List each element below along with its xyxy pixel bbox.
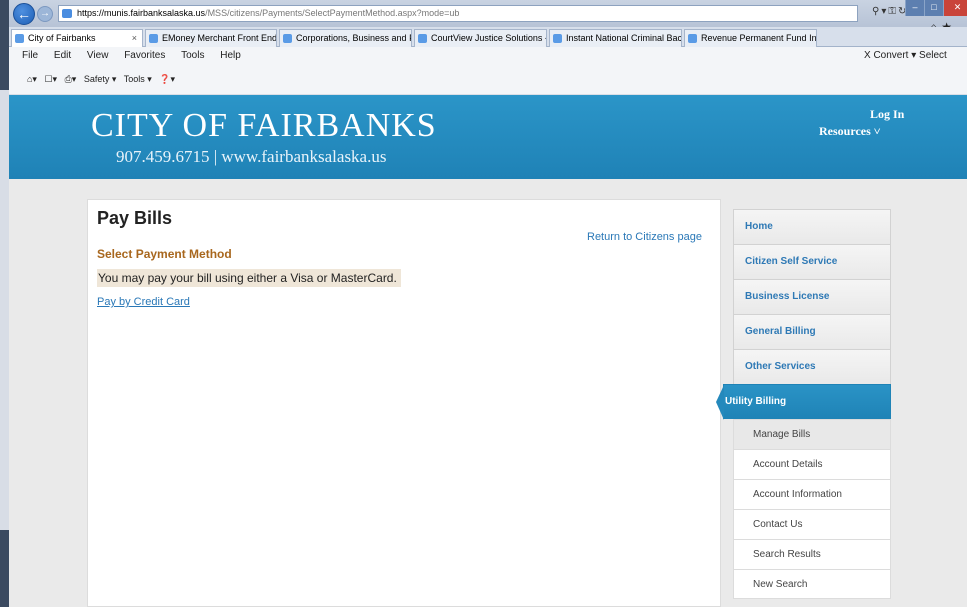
favicon-icon bbox=[688, 34, 697, 43]
sidebar-subitem-account-details[interactable]: Account Details bbox=[733, 449, 891, 479]
address-tools-icons[interactable]: ⚲▾⚿↻ bbox=[872, 6, 908, 17]
menu-right-tools[interactable]: X Convert ▾ Select bbox=[864, 47, 947, 64]
site-title: CITY OF FAIRBANKS bbox=[91, 107, 437, 144]
menu-help[interactable]: Help bbox=[220, 50, 241, 61]
chevron-down-icon: ˅ bbox=[873, 124, 881, 138]
tab-label: CourtView Justice Solutions - c... bbox=[431, 33, 546, 43]
window-controls: – □ ✕ bbox=[905, 0, 967, 16]
tab-label: City of Fairbanks bbox=[28, 33, 96, 43]
window-edge-light bbox=[0, 90, 9, 530]
page-icon bbox=[62, 9, 72, 18]
tab-label: Instant National Criminal Back... bbox=[566, 33, 682, 43]
sidebar-subitem-search-results[interactable]: Search Results bbox=[733, 539, 891, 569]
favicon-icon bbox=[418, 34, 427, 43]
tab-label: Corporations, Business and Pr... bbox=[296, 33, 411, 43]
favicon-icon bbox=[283, 34, 292, 43]
menu-edit[interactable]: Edit bbox=[54, 50, 71, 61]
sidebar-item-label: Utility Billing bbox=[725, 396, 787, 407]
safety-menu[interactable]: Safety ▾ bbox=[84, 74, 117, 84]
favicon-icon bbox=[553, 34, 562, 43]
tab-city-of-fairbanks[interactable]: City of Fairbanks × bbox=[11, 29, 143, 47]
pay-by-credit-card-link[interactable]: Pay by Credit Card bbox=[97, 296, 190, 308]
resources-label: Resources bbox=[819, 124, 871, 138]
back-arrow-icon[interactable]: ← bbox=[13, 3, 35, 25]
minimize-icon[interactable]: – bbox=[905, 0, 924, 16]
menu-bar: File Edit View Favorites Tools Help X Co… bbox=[9, 47, 967, 64]
tab-close-icon[interactable]: × bbox=[132, 30, 137, 46]
payment-info-text: You may pay your bill using either a Vis… bbox=[97, 269, 401, 287]
content-panel: Pay Bills Return to Citizens page Select… bbox=[87, 199, 721, 607]
maximize-icon[interactable]: □ bbox=[924, 0, 943, 16]
return-to-citizens-link[interactable]: Return to Citizens page bbox=[587, 231, 702, 243]
menu-tools[interactable]: Tools bbox=[181, 50, 204, 61]
close-icon[interactable]: ✕ bbox=[943, 0, 967, 16]
sidebar-subitem-new-search[interactable]: New Search bbox=[733, 569, 891, 599]
tab-label: Revenue Permanent Fund Info... bbox=[701, 33, 817, 43]
section-title: Select Payment Method bbox=[97, 247, 232, 261]
favicon-icon bbox=[15, 34, 24, 43]
menu-view[interactable]: View bbox=[87, 50, 109, 61]
sidebar-subitem-account-information[interactable]: Account Information bbox=[733, 479, 891, 509]
home-icon[interactable]: ⌂▾ bbox=[27, 74, 37, 84]
tab-criminal-background[interactable]: Instant National Criminal Back... bbox=[549, 29, 682, 47]
tab-bar: City of Fairbanks × EMoney Merchant Fron… bbox=[9, 27, 967, 47]
address-host: https://munis.fairbanksalaska.us bbox=[77, 8, 206, 18]
login-link[interactable]: Log In bbox=[870, 107, 904, 122]
site-header: CITY OF FAIRBANKS 907.459.6715 | www.fai… bbox=[9, 95, 967, 179]
tab-emoney[interactable]: EMoney Merchant Front End bbox=[145, 29, 277, 47]
address-bar[interactable]: https://munis.fairbanksalaska.us/MSS/cit… bbox=[58, 5, 858, 22]
tab-courtview[interactable]: CourtView Justice Solutions - c... bbox=[414, 29, 547, 47]
sidebar-item-business-license[interactable]: Business License bbox=[733, 279, 891, 314]
sidebar-subitem-contact-us[interactable]: Contact Us bbox=[733, 509, 891, 539]
page-title: Pay Bills bbox=[97, 208, 173, 228]
active-arrow-icon bbox=[716, 385, 724, 420]
side-navigation: Home Citizen Self Service Business Licen… bbox=[716, 209, 891, 599]
menu-file[interactable]: File bbox=[22, 50, 38, 61]
tools-menu[interactable]: Tools ▾ bbox=[124, 74, 152, 84]
forward-arrow-icon[interactable]: → bbox=[37, 6, 53, 22]
resources-menu[interactable]: Resources ˅ bbox=[819, 124, 881, 139]
feeds-icon[interactable]: ☐▾ bbox=[44, 74, 57, 84]
sidebar-subitem-manage-bills[interactable]: Manage Bills bbox=[733, 419, 891, 449]
tab-label: EMoney Merchant Front End bbox=[162, 33, 277, 43]
print-icon[interactable]: ⎙▾ bbox=[65, 74, 77, 84]
sidebar-item-other-services[interactable]: Other Services bbox=[733, 349, 891, 384]
address-path: /MSS/citizens/Payments/SelectPaymentMeth… bbox=[205, 8, 460, 18]
tab-revenue-fund[interactable]: Revenue Permanent Fund Info... bbox=[684, 29, 817, 47]
sidebar-item-home[interactable]: Home bbox=[733, 209, 891, 244]
sidebar-item-citizen-self-service[interactable]: Citizen Self Service bbox=[733, 244, 891, 279]
tab-corporations[interactable]: Corporations, Business and Pr... bbox=[279, 29, 412, 47]
sidebar-item-general-billing[interactable]: General Billing bbox=[733, 314, 891, 349]
sidebar-item-utility-billing[interactable]: Utility Billing bbox=[716, 384, 891, 420]
command-bar: ⌂▾ ☐▾ ⎙▾ Safety ▾ Tools ▾ ❓▾ bbox=[9, 64, 967, 95]
help-icon[interactable]: ❓▾ bbox=[159, 74, 175, 84]
favicon-icon bbox=[149, 34, 158, 43]
site-subtitle: 907.459.6715 | www.fairbanksalaska.us bbox=[116, 147, 387, 166]
menu-favorites[interactable]: Favorites bbox=[124, 50, 165, 61]
